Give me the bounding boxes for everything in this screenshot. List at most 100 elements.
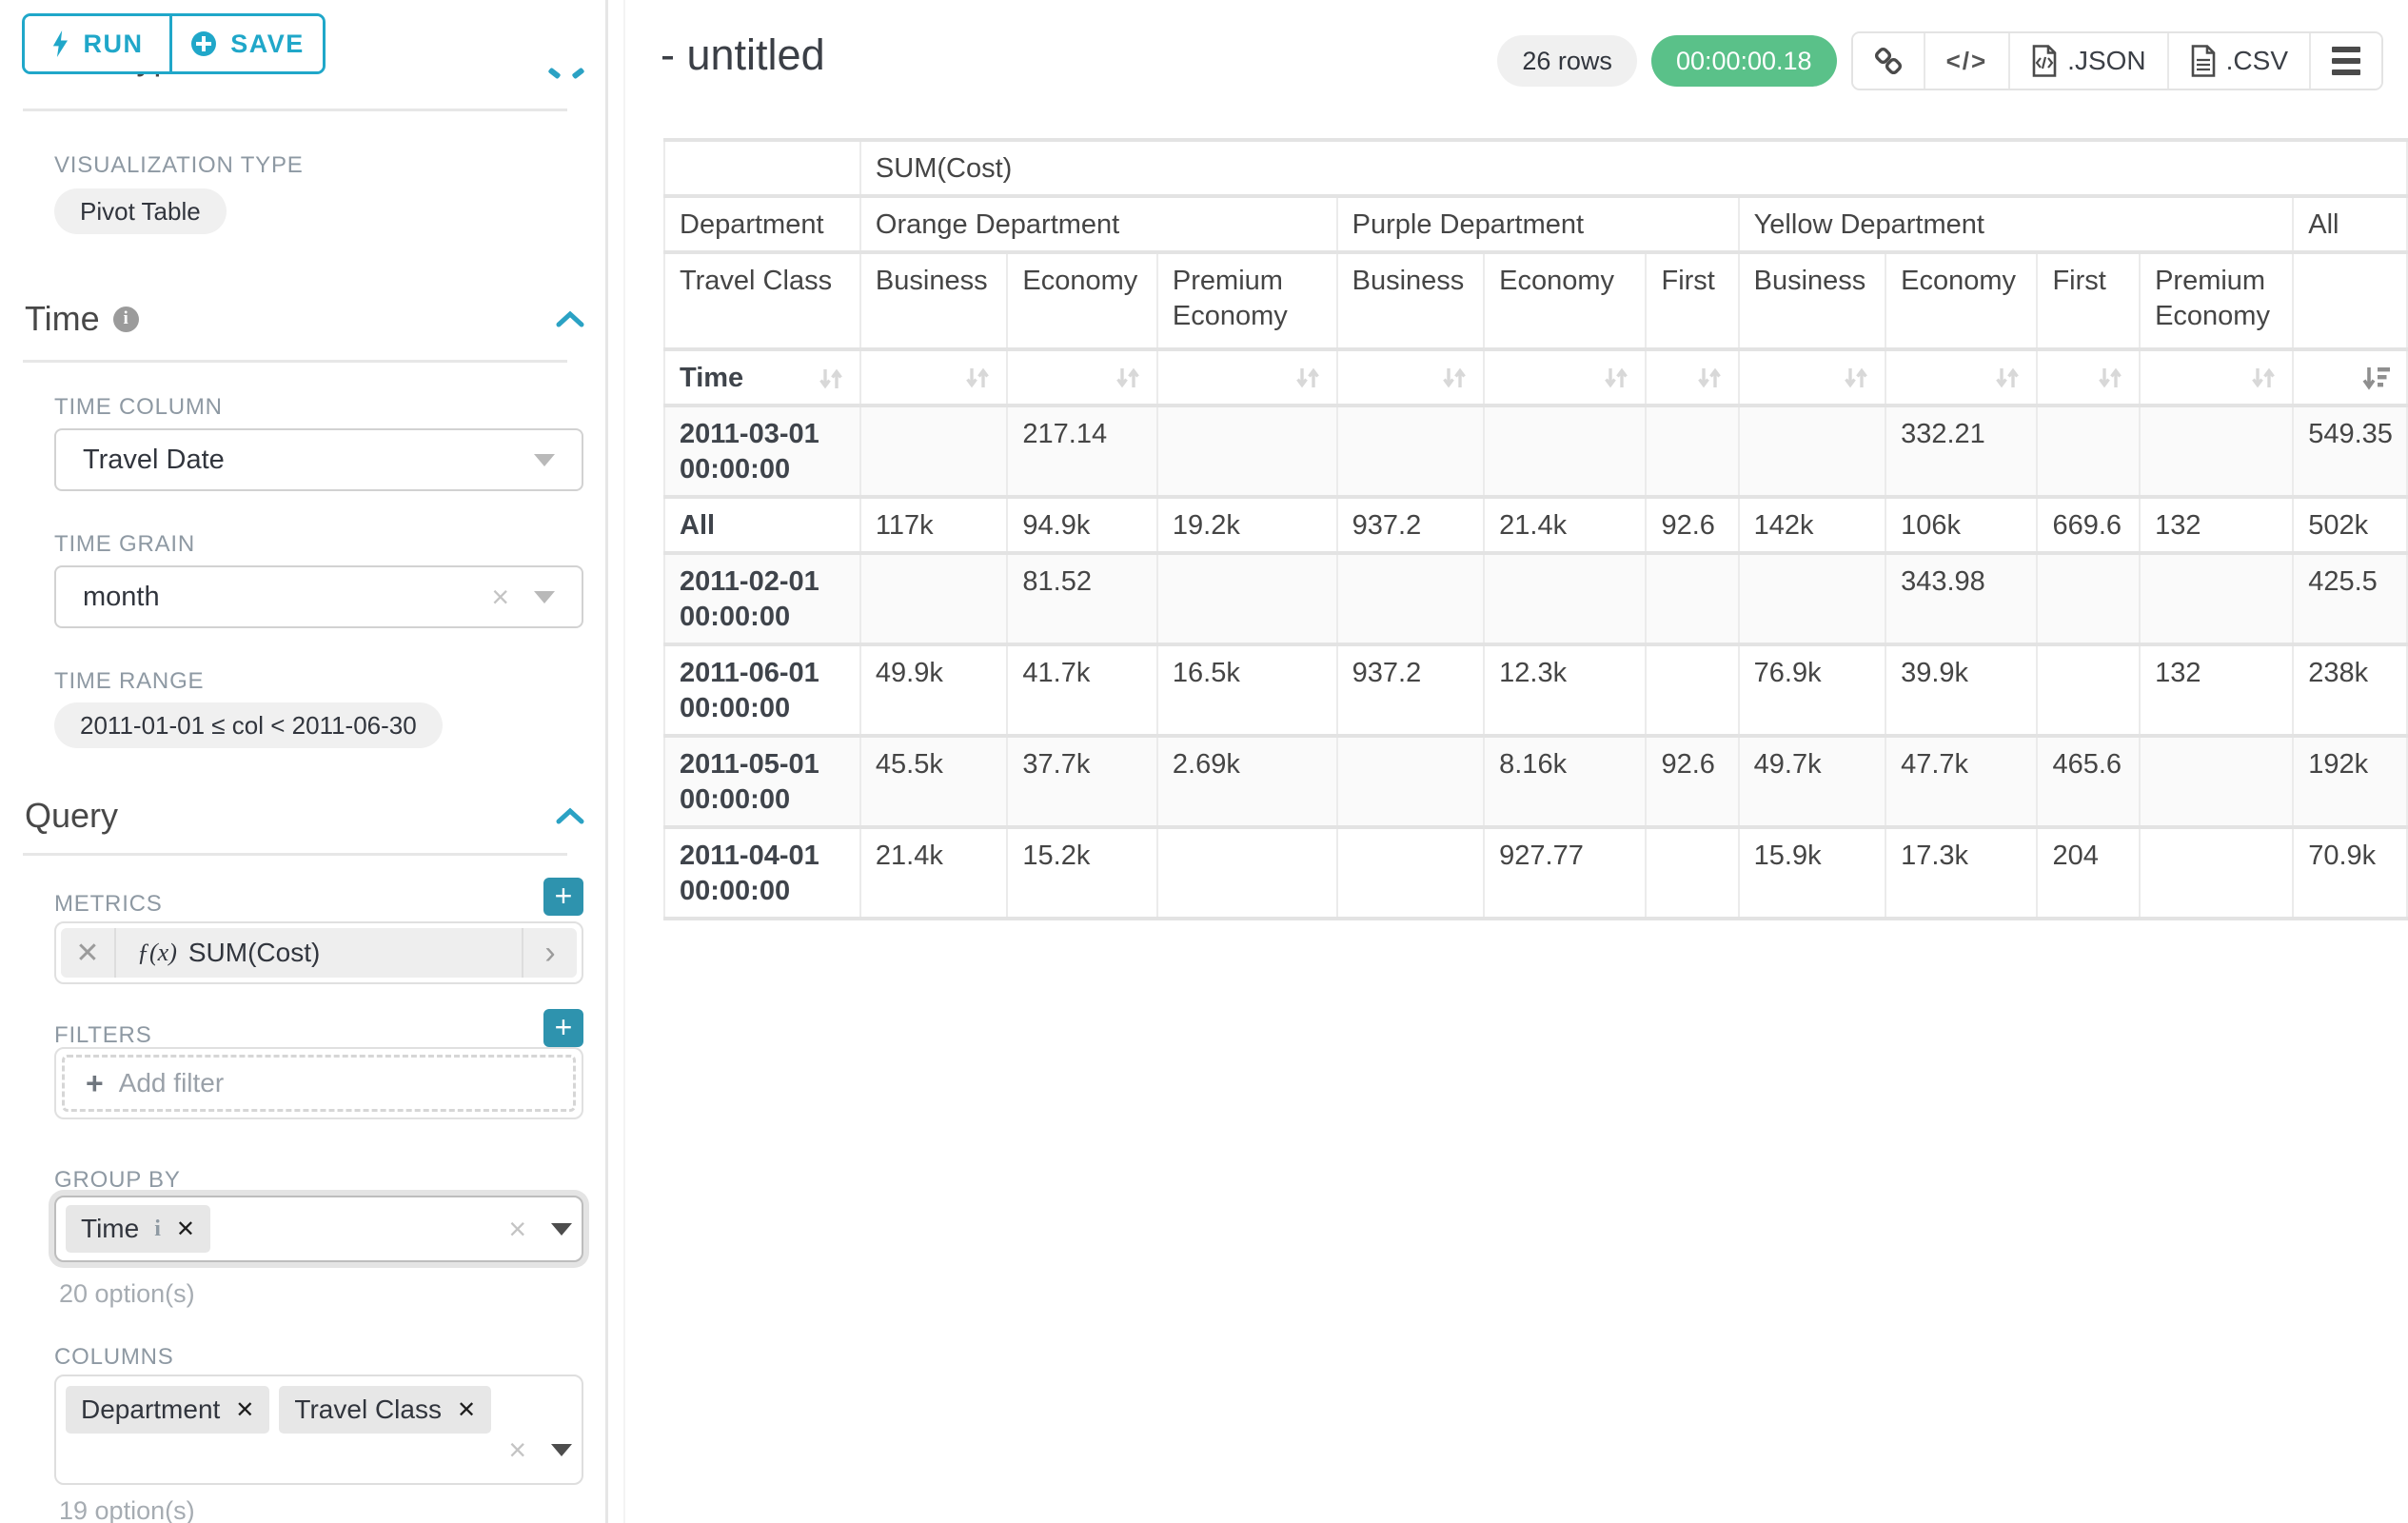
time-grain-select[interactable]: month ×	[54, 565, 583, 628]
plus-icon: +	[86, 1066, 104, 1101]
columns-option-count: 19 option(s)	[59, 1496, 195, 1523]
add-filter-button[interactable]: +	[543, 1009, 583, 1047]
panel-gutter[interactable]	[623, 0, 625, 1523]
add-metric-button[interactable]: +	[543, 878, 583, 916]
clear-icon[interactable]: ×	[508, 1434, 526, 1465]
row-count-badge: 26 rows	[1497, 35, 1637, 87]
code-icon: </>	[1946, 47, 1988, 76]
sort-desc-icon	[2360, 363, 2393, 393]
travel-class-header: Premium Economy	[2140, 252, 2293, 349]
export-csv-button[interactable]: .CSV	[2167, 33, 2309, 89]
group-by-option-count: 20 option(s)	[59, 1279, 195, 1309]
pivot-value-cell: 132	[2140, 497, 2293, 553]
export-json-button[interactable]: .JSON	[2008, 33, 2166, 89]
menu-button[interactable]	[2309, 33, 2381, 89]
travel-class-header-row: Travel Class Business Economy Premium Ec…	[664, 252, 2407, 349]
filters-label: FILTERS	[54, 1022, 152, 1049]
column-sort-header[interactable]	[1157, 349, 1337, 405]
column-sort-header[interactable]	[1885, 349, 2037, 405]
json-button-label: .JSON	[2067, 46, 2145, 76]
chart-title[interactable]: - untitled	[661, 30, 825, 80]
travel-class-axis-label: Travel Class	[664, 252, 860, 349]
group-by-label: GROUP BY	[54, 1167, 181, 1194]
sort-icon	[1293, 363, 1323, 393]
department-group-header: Purple Department	[1337, 196, 1739, 252]
query-collapse-button[interactable]	[556, 807, 584, 824]
column-sort-header[interactable]	[860, 349, 1007, 405]
function-icon: ƒ(x)	[137, 939, 177, 967]
row-header-time: 2011-02-01 00:00:00	[664, 553, 860, 644]
pivot-value-cell: 927.77	[1484, 827, 1646, 919]
travel-class-header: First	[1646, 252, 1738, 349]
travel-class-header	[2293, 252, 2407, 349]
row-header-time: 2011-04-01 00:00:00	[664, 827, 860, 919]
remove-tag-icon[interactable]: ✕	[176, 1216, 195, 1243]
save-button-label: SAVE	[230, 30, 305, 59]
column-sort-header[interactable]	[2293, 349, 2407, 405]
column-sort-header[interactable]	[1484, 349, 1646, 405]
pivot-value-cell	[2140, 736, 2293, 827]
column-sort-header[interactable]	[2037, 349, 2140, 405]
remove-metric-icon[interactable]: ✕	[61, 928, 116, 978]
clear-icon[interactable]: ×	[491, 582, 509, 612]
metric-chip[interactable]: ✕ ƒ(x) SUM(Cost) ›	[61, 928, 577, 978]
travel-class-header: Economy	[1885, 252, 2037, 349]
visualization-type-value[interactable]: Pivot Table	[54, 188, 227, 234]
remove-tag-icon[interactable]: ✕	[457, 1396, 476, 1424]
pivot-value-cell: 81.52	[1007, 553, 1157, 644]
corner-cell	[664, 140, 860, 196]
info-icon[interactable]: i	[154, 1216, 161, 1242]
pivot-value-cell	[1337, 827, 1484, 919]
group-by-select[interactable]: Time i ✕ ×	[54, 1196, 583, 1262]
chevron-up-icon[interactable]	[572, 68, 585, 80]
chevron-down-icon[interactable]	[551, 1223, 572, 1236]
column-sort-header[interactable]	[1646, 349, 1738, 405]
info-icon[interactable]: i	[113, 307, 139, 332]
copy-link-button[interactable]	[1853, 33, 1924, 89]
column-sort-header[interactable]	[1007, 349, 1157, 405]
pivot-value-cell: 41.7k	[1007, 644, 1157, 736]
pivot-value-cell	[1484, 405, 1646, 497]
sort-icon	[2248, 363, 2279, 393]
pivot-value-cell: 19.2k	[1157, 497, 1337, 553]
column-sort-header[interactable]	[2140, 349, 2293, 405]
save-button[interactable]: SAVE	[172, 16, 323, 71]
row-header-time: 2011-06-01 00:00:00	[664, 644, 860, 736]
group-by-tag-time[interactable]: Time i ✕	[66, 1205, 210, 1253]
column-sort-header[interactable]	[1337, 349, 1484, 405]
time-column-select[interactable]: Travel Date	[54, 428, 583, 491]
row-header-time: 2011-03-01 00:00:00	[664, 405, 860, 497]
visualization-type-label: VISUALIZATION TYPE	[54, 152, 304, 179]
sort-icon	[1841, 363, 1871, 393]
time-grain-label: TIME GRAIN	[54, 531, 195, 558]
time-collapse-button[interactable]	[556, 310, 584, 327]
columns-select[interactable]: Department ✕ Travel Class ✕ ×	[54, 1375, 583, 1485]
pivot-value-cell: 92.6	[1646, 497, 1738, 553]
lightning-icon	[51, 30, 70, 57]
add-filter-label: Add filter	[119, 1068, 225, 1098]
pivot-value-cell: 204	[2037, 827, 2140, 919]
view-query-button[interactable]: </>	[1924, 33, 2009, 89]
travel-class-header: Economy	[1007, 252, 1157, 349]
pivot-value-cell	[2140, 553, 2293, 644]
chevron-right-icon[interactable]: ›	[522, 928, 577, 978]
add-filter-dropzone[interactable]: + Add filter	[62, 1055, 576, 1112]
time-range-value[interactable]: 2011-01-01 ≤ col < 2011-06-30	[54, 702, 443, 748]
pivot-value-cell: 15.2k	[1007, 827, 1157, 919]
column-sort-header[interactable]	[1739, 349, 1885, 405]
chevron-up-icon	[556, 310, 584, 327]
remove-tag-icon[interactable]: ✕	[235, 1396, 254, 1424]
sort-header-row: Time	[664, 349, 2407, 405]
tag-label: Travel Class	[294, 1394, 442, 1425]
time-sort-header[interactable]: Time	[664, 349, 860, 405]
columns-tag-department[interactable]: Department ✕	[66, 1386, 269, 1434]
query-section-heading: Query	[25, 796, 118, 836]
clear-icon[interactable]: ×	[508, 1214, 526, 1244]
run-button[interactable]: RUN	[25, 16, 172, 71]
pivot-value-cell: 192k	[2293, 736, 2407, 827]
columns-tag-travel-class[interactable]: Travel Class ✕	[279, 1386, 491, 1434]
chevron-up-icon[interactable]	[548, 68, 562, 80]
plus-circle-icon	[190, 30, 217, 57]
tag-label: Time	[81, 1214, 139, 1244]
chevron-down-icon[interactable]	[551, 1444, 572, 1456]
